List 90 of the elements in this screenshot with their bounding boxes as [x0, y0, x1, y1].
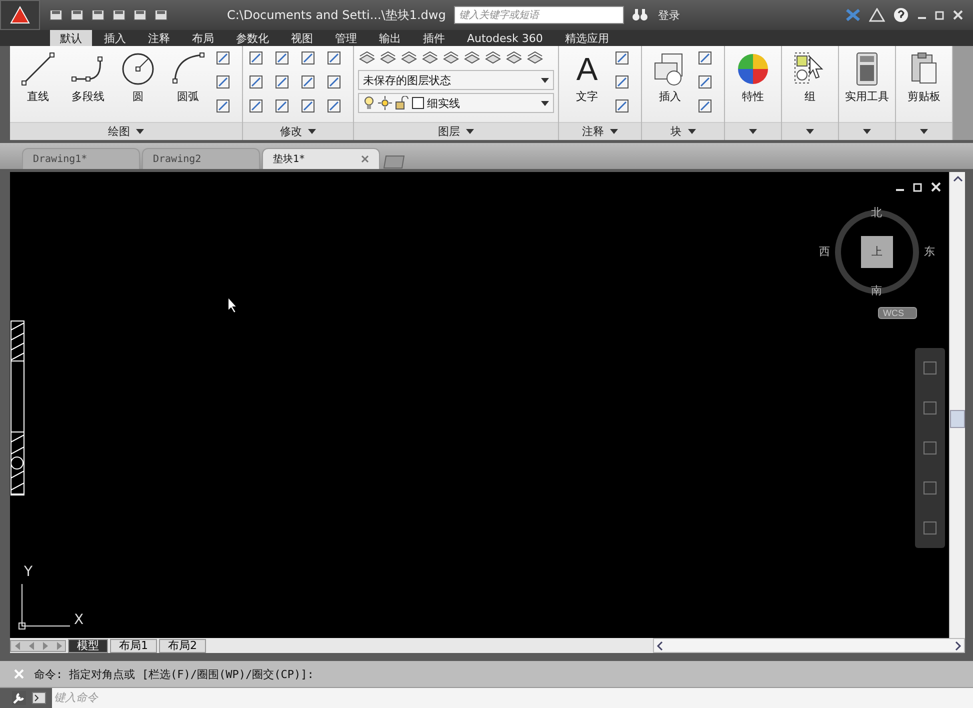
compass-label: 西 — [819, 246, 830, 258]
horizontal-scrollbar[interactable] — [653, 638, 965, 653]
ribbon-tab[interactable]: 精选应用 — [554, 30, 619, 46]
command-input-field[interactable]: 键入命令 — [52, 688, 973, 708]
ribbon-tab[interactable]: 插入 — [94, 30, 136, 46]
panel-title-bar[interactable]: 图层 — [354, 122, 558, 140]
logo-icon — [9, 5, 31, 25]
navigation-tool-icon[interactable] — [921, 519, 939, 537]
ribbon-tab[interactable]: 参数化 — [226, 30, 279, 46]
caret-icon — [749, 129, 757, 134]
sun-icon — [378, 96, 392, 110]
ribbon-tab[interactable]: 布局 — [182, 30, 224, 46]
color-wheel-icon — [735, 51, 771, 87]
lightbulb-icon — [363, 96, 375, 110]
caret-icon — [610, 129, 618, 134]
quick-access-icon[interactable] — [132, 8, 148, 22]
caret-icon — [466, 129, 474, 134]
caret-icon — [863, 129, 871, 134]
ribbon-tab[interactable]: 默认 — [50, 30, 92, 46]
text-icon: A — [576, 51, 598, 87]
application-menu-button[interactable] — [0, 0, 40, 30]
layout-tab[interactable]: 布局1 — [110, 638, 157, 652]
caret-icon — [688, 129, 696, 134]
caret-icon — [136, 129, 144, 134]
unlocked-padlock-icon — [395, 96, 409, 110]
quick-access-icon[interactable] — [153, 8, 169, 22]
color-swatch-icon — [412, 97, 424, 109]
ribbon-tab[interactable]: 插件 — [413, 30, 455, 46]
panel-title-bar[interactable]: 块 — [642, 122, 724, 140]
caret-icon — [920, 129, 928, 134]
layer-dropdown[interactable]: 未保存的图层状态 — [358, 70, 554, 90]
panel-title-bar[interactable]: 修改 — [243, 122, 353, 140]
viewcube-face[interactable]: 上 — [861, 236, 893, 268]
document-tab[interactable]: Drawing2 — [142, 148, 260, 169]
wrench-icon[interactable] — [12, 691, 26, 705]
ribbon-tab[interactable]: 视图 — [281, 30, 323, 46]
navigation-tool-icon[interactable] — [921, 359, 939, 377]
ribbon-tool-button[interactable]: 圆 — [114, 49, 162, 122]
restore-icon[interactable] — [935, 10, 945, 20]
window-title: C:\Documents and Setti...\垫块1.dwg — [227, 6, 446, 24]
compass-label: 南 — [871, 285, 882, 297]
panel-title-bar[interactable]: 绘图 — [10, 122, 242, 140]
layer-dropdown[interactable]: 细实线 — [358, 93, 554, 113]
ribbon-tool-button[interactable]: 直线 — [14, 49, 62, 122]
panel-title-bar[interactable]: 注释 — [559, 122, 641, 140]
quick-access-icon[interactable] — [69, 8, 85, 22]
drawing-canvas[interactable]: 北 西 上 东 南 WCS Y X — [10, 172, 949, 638]
caret-icon — [541, 78, 549, 82]
quick-access-icon[interactable] — [90, 8, 106, 22]
line-icon — [20, 51, 56, 87]
axis-label: Y — [24, 564, 33, 580]
ribbon-tool-button[interactable]: 插入 — [646, 49, 694, 122]
navigation-tool-icon[interactable] — [921, 439, 939, 457]
navigation-bar[interactable] — [915, 348, 945, 548]
compass-label: 北 — [871, 207, 882, 219]
layout-tab[interactable]: 布局2 — [159, 638, 206, 652]
caret-icon — [806, 129, 814, 134]
caret-icon — [541, 100, 549, 106]
ribbon-tab[interactable]: Autodesk 360 — [457, 30, 553, 46]
mouse-pointer-icon — [227, 296, 239, 314]
ribbon-tab[interactable]: 注释 — [138, 30, 180, 46]
layout-tab[interactable]: 模型 — [68, 638, 108, 652]
caret-icon — [308, 129, 316, 134]
document-tab[interactable]: Drawing1* — [22, 148, 140, 169]
restore-icon[interactable] — [913, 182, 923, 192]
prompt-icon[interactable] — [32, 692, 46, 704]
circle-icon — [120, 51, 156, 87]
ribbon-tool-button[interactable]: 圆弧 — [164, 49, 212, 122]
ribbon-tab[interactable]: 管理 — [325, 30, 367, 46]
document-tab[interactable]: 垫块1* — [262, 148, 380, 169]
axis-label: X — [74, 612, 84, 628]
vertical-scrollbar[interactable] — [949, 172, 965, 638]
navigation-tool-icon[interactable] — [921, 479, 939, 497]
tab-navigation-icon[interactable] — [10, 640, 66, 652]
navigation-tool-icon[interactable] — [921, 399, 939, 417]
binoculars-icon[interactable] — [632, 8, 648, 22]
command-history-line: 命令: 指定对角点或 [栏选(F)/圈围(WP)/圈交(CP)]: — [34, 666, 314, 682]
exchange-icon[interactable] — [845, 8, 861, 22]
login-button[interactable]: 登录 — [656, 8, 682, 22]
search-field[interactable]: 键入关键字或短语 — [454, 6, 624, 24]
scroll-thumb[interactable] — [950, 410, 965, 428]
quick-access-icon[interactable] — [48, 8, 64, 22]
ribbon-tab[interactable]: 输出 — [369, 30, 411, 46]
quick-access-icon[interactable] — [111, 8, 127, 22]
ribbon-tool-button[interactable]: A 文字 — [563, 49, 611, 122]
triangle-icon[interactable] — [869, 8, 885, 22]
new-tab-icon[interactable] — [382, 155, 406, 169]
ribbon-tool-button[interactable]: 多段线 — [64, 49, 112, 122]
help-icon[interactable] — [893, 7, 909, 23]
compass-label: 东 — [924, 246, 935, 258]
